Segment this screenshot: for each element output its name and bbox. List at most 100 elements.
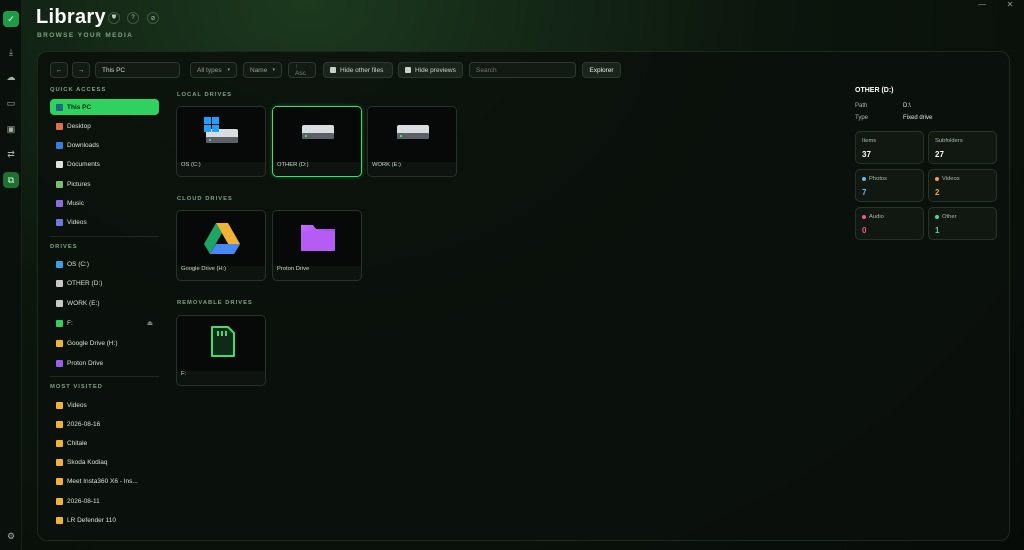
stat-label-text: Subfolders xyxy=(935,138,963,144)
stat-card: Other 1 xyxy=(928,207,997,240)
stat-label: Subfolders xyxy=(935,138,963,144)
details-path-value: D:\ xyxy=(903,103,911,109)
sidebar-item-quick-access[interactable]: Music xyxy=(50,196,159,212)
sidebar-item-most-visited[interactable]: Videos xyxy=(50,397,159,413)
local-drives-heading: LOCAL DRIVES xyxy=(177,92,233,98)
hide-previews-toggle[interactable]: Hide previews xyxy=(398,62,463,78)
sidebar-item-most-visited[interactable]: 2026-08-11 xyxy=(50,493,159,509)
shield-icon[interactable]: ⛊ xyxy=(108,12,120,24)
sidebar-item-drive[interactable]: Proton Drive xyxy=(50,355,159,371)
page-title: Library xyxy=(36,6,106,28)
transfer-icon[interactable]: ⇄ xyxy=(3,146,19,162)
eject-icon[interactable]: ⏏ xyxy=(147,319,153,327)
folder-icon xyxy=(56,103,63,111)
drive-icon xyxy=(56,339,63,347)
download-icon[interactable]: ⤓ xyxy=(3,44,19,60)
hard-drive-icon xyxy=(397,125,429,139)
status-dot-icon xyxy=(862,177,866,181)
minimize-button[interactable]: — xyxy=(968,0,996,10)
path-input[interactable]: This PC xyxy=(95,62,180,78)
folder-icon xyxy=(56,497,63,505)
folder-icon xyxy=(56,401,63,409)
page-subtitle: BROWSE YOUR MEDIA xyxy=(37,32,134,39)
chevron-down-icon: ▾ xyxy=(272,67,275,73)
drive-tile-os[interactable]: OS (C:) xyxy=(176,106,266,177)
drive-tile-other[interactable]: OTHER (D:) xyxy=(272,106,362,177)
app-logo-icon[interactable]: ✓ xyxy=(3,11,19,27)
sort-select[interactable]: Name ▾ xyxy=(243,62,282,78)
eye-off-icon[interactable]: ⊘ xyxy=(147,12,159,24)
sidebar-item-label: LR Defender 110 xyxy=(67,516,117,524)
sidebar-item-drive[interactable]: Google Drive (H:) xyxy=(50,335,159,351)
back-button[interactable]: ← xyxy=(50,62,68,78)
sidebar-item-quick-access[interactable]: Downloads xyxy=(50,138,159,154)
drive-tile-proton-drive[interactable]: Proton Drive xyxy=(272,210,362,281)
sidebar-item-quick-access[interactable]: Desktop xyxy=(50,118,159,134)
stat-label-text: Audio xyxy=(869,214,884,220)
drive-label: WORK (E:) xyxy=(372,162,401,168)
drive-preview xyxy=(273,107,361,162)
close-button[interactable]: ✕ xyxy=(996,0,1024,10)
type-filter-select[interactable]: All types ▾ xyxy=(190,62,237,78)
sidebar-item-drive[interactable]: WORK (E:) xyxy=(50,296,159,312)
sidebar-item-label: 2026-08-16 xyxy=(67,420,101,428)
search-input[interactable] xyxy=(469,62,576,78)
folder-icon xyxy=(56,516,63,524)
sidebar-item-label: Desktop xyxy=(67,122,91,130)
stat-label: Other xyxy=(935,214,957,220)
sidebar-item-drive[interactable]: F: ⏏ xyxy=(50,315,159,331)
stat-label-text: Videos xyxy=(942,176,960,182)
google-drive-icon xyxy=(204,223,240,254)
drive-icon xyxy=(56,280,63,288)
most-visited-heading: MOST VISITED xyxy=(50,384,103,390)
stat-value: 1 xyxy=(935,226,940,235)
drive-label: Google Drive (H:) xyxy=(181,266,227,272)
sidebar-item-quick-access[interactable]: This PC xyxy=(50,99,159,115)
sidebar-item-label: Downloads xyxy=(67,142,100,150)
stat-card: Subfolders 27 xyxy=(928,131,997,164)
drive-tile-work[interactable]: WORK (E:) xyxy=(367,106,457,177)
sidebar-item-most-visited[interactable]: 2026-08-16 xyxy=(50,416,159,432)
sidebar-item-most-visited[interactable]: LR Defender 110 xyxy=(50,512,159,528)
sidebar-item-drive[interactable]: OS (C:) xyxy=(50,256,159,272)
sidebar-item-most-visited[interactable]: Meet Insta360 X6 - Ins... xyxy=(50,474,159,490)
type-filter-value: All types xyxy=(197,66,222,74)
arrow-left-icon: ← xyxy=(55,66,63,74)
help-icon[interactable]: ? xyxy=(127,12,139,24)
folder-icon xyxy=(56,161,63,169)
sidebar-item-most-visited[interactable]: Chitale xyxy=(50,435,159,451)
window-controls: — ✕ xyxy=(968,0,1024,10)
status-dot-icon xyxy=(935,215,939,219)
icon-rail: ✓ ⤓ ☁ ▭ ▣ ⇄ ⧉ ⚙ xyxy=(0,0,22,550)
media-icon[interactable]: ▣ xyxy=(3,121,19,137)
drive-label: OTHER (D:) xyxy=(277,162,309,168)
settings-gear-icon[interactable]: ⚙ xyxy=(3,528,19,544)
folder-icon xyxy=(56,420,63,428)
forward-button[interactable]: → xyxy=(72,62,90,78)
explorer-button[interactable]: Explorer xyxy=(582,62,621,78)
divider xyxy=(50,376,159,377)
hide-other-files-toggle[interactable]: Hide other files xyxy=(323,62,393,78)
stat-card: Photos 7 xyxy=(855,169,924,202)
drive-preview xyxy=(177,316,265,371)
library-icon[interactable]: ⧉ xyxy=(3,172,19,188)
drive-tile-google-drive[interactable]: Google Drive (H:) xyxy=(176,210,266,281)
sort-order-button[interactable]: ↑ Asc xyxy=(288,62,316,78)
stat-value: 2 xyxy=(935,188,940,197)
sidebar-item-label: F: xyxy=(67,319,73,327)
details-path-label: Path xyxy=(855,103,868,109)
folder-icon xyxy=(56,439,63,447)
sidebar-item-drive[interactable]: OTHER (D:) xyxy=(50,276,159,292)
cloud-icon[interactable]: ☁ xyxy=(3,69,19,85)
drive-preview xyxy=(273,211,361,266)
sidebar-item-quick-access[interactable]: Pictures xyxy=(50,176,159,192)
hide-other-files-label: Hide other files xyxy=(340,66,384,74)
sidebar-item-most-visited[interactable]: Skoda Kodiaq xyxy=(50,455,159,471)
sidebar-item-quick-access[interactable]: Videos xyxy=(50,215,159,231)
checkbox-icon xyxy=(330,67,336,73)
folder-icon xyxy=(56,122,63,130)
chevron-down-icon: ▾ xyxy=(227,67,230,73)
sidebar-item-quick-access[interactable]: Documents xyxy=(50,157,159,173)
folder-icon[interactable]: ▭ xyxy=(3,95,19,111)
drive-tile-f[interactable]: F: xyxy=(176,315,266,386)
